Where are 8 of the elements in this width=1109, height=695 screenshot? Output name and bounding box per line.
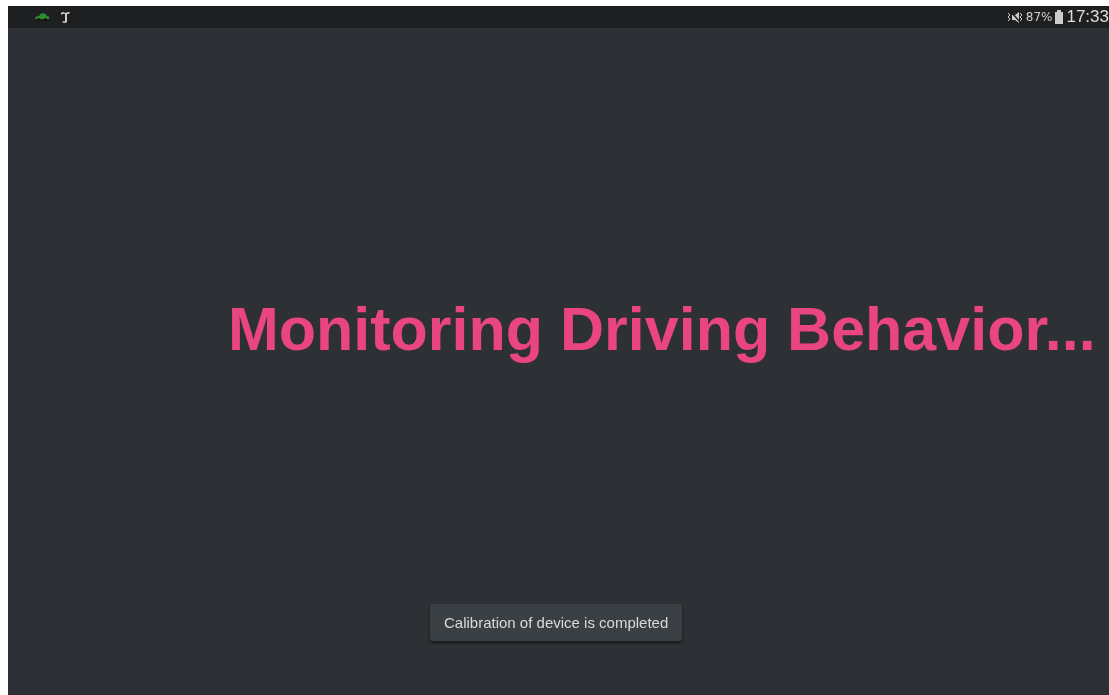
battery-icon [1055,10,1064,24]
mute-icon [1006,10,1023,24]
toast-message: Calibration of device is completed [430,604,683,641]
car-icon [34,13,50,21]
newspaper-logo-icon [60,10,71,24]
battery-percent: 87% [1025,10,1053,24]
clock: 17:33 [1066,7,1109,27]
status-heading: Monitoring Driving Behavior... [228,294,1097,364]
